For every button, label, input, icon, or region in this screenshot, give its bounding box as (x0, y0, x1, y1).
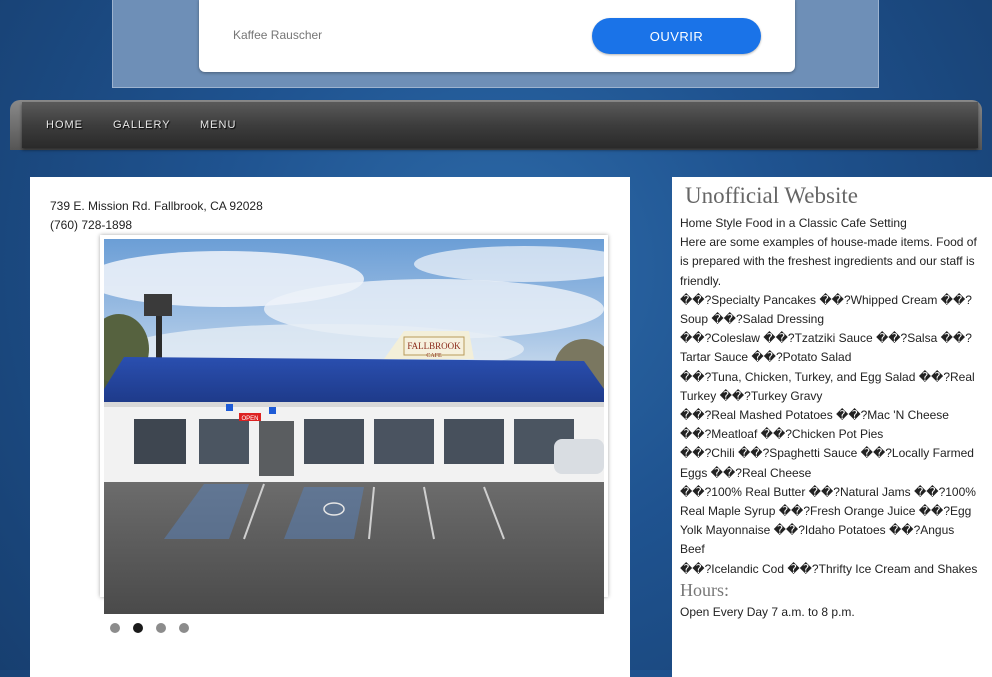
address: 739 E. Mission Rd. Fallbrook, CA 92028 (50, 199, 263, 213)
sidebar-description: Here are some examples of house-made ite… (680, 235, 977, 288)
slide-dot-4[interactable] (179, 623, 189, 633)
cafe-sign-sub: CAFE (426, 353, 442, 359)
nav-item-gallery[interactable]: GALLERY (113, 119, 171, 131)
cafe-photo: FALLBROOK CAFE OPEN (104, 239, 604, 614)
food-list-item: ��?Chili ��?Spaghetti Sauce ��?Locally F… (680, 446, 974, 480)
slide-dot-2[interactable] (133, 623, 143, 633)
slideshow-image[interactable]: FALLBROOK CAFE OPEN (104, 239, 604, 614)
food-list-item: ��?Real Mashed Potatoes ��?Mac 'N Cheese… (680, 408, 949, 442)
food-list-item: ��?Specialty Pancakes ��?Whipped Cream �… (680, 292, 972, 327)
sidebar-title: Unofficial Website (685, 183, 858, 208)
nav-item-menu[interactable]: MENU (200, 119, 236, 131)
food-list-item: ��?Coleslaw ��?Tzatziki Sauce ��?Salsa �… (680, 331, 972, 365)
hours-heading: Hours: (680, 580, 729, 600)
ad-open-button[interactable]: OUVRIR (592, 18, 761, 54)
ad-brand-name: Kaffee Rauscher (233, 28, 323, 42)
open-sign-text: OPEN (241, 416, 258, 422)
nav-item-home[interactable]: HOME (46, 119, 83, 131)
food-list-item: ��?Icelandic Cod ��?Thrifty Ice Cream an… (680, 561, 978, 576)
sidebar-intro: Home Style Food in a Classic Cafe Settin… (680, 216, 907, 230)
sidebar-text: Home Style Food in a Classic Cafe Settin… (680, 214, 980, 579)
sidebar: Unofficial Website Home Style Food in a … (672, 177, 992, 677)
ad-card[interactable]: Kaffee Rauscher OUVRIR (199, 0, 795, 72)
cafe-sign-text: FALLBROOK (407, 341, 461, 351)
hours-text: Open Every Day 7 a.m. to 8 p.m. (680, 605, 855, 619)
slideshow-pagination (110, 623, 189, 633)
main-content: 739 E. Mission Rd. Fallbrook, CA 92028 (… (30, 177, 630, 677)
food-list-item: ��?100% Real Butter ��?Natural Jams ��?1… (680, 484, 976, 557)
phone-number: (760) 728-1898 (50, 218, 133, 232)
nav-bar: HOME GALLERY MENU (22, 102, 978, 148)
slide-dot-1[interactable] (110, 623, 120, 633)
food-list-item: ��?Tuna, Chicken, Turkey, and Egg Salad … (680, 369, 975, 403)
slide-dot-3[interactable] (156, 623, 166, 633)
ad-banner: Kaffee Rauscher OUVRIR (112, 0, 879, 88)
